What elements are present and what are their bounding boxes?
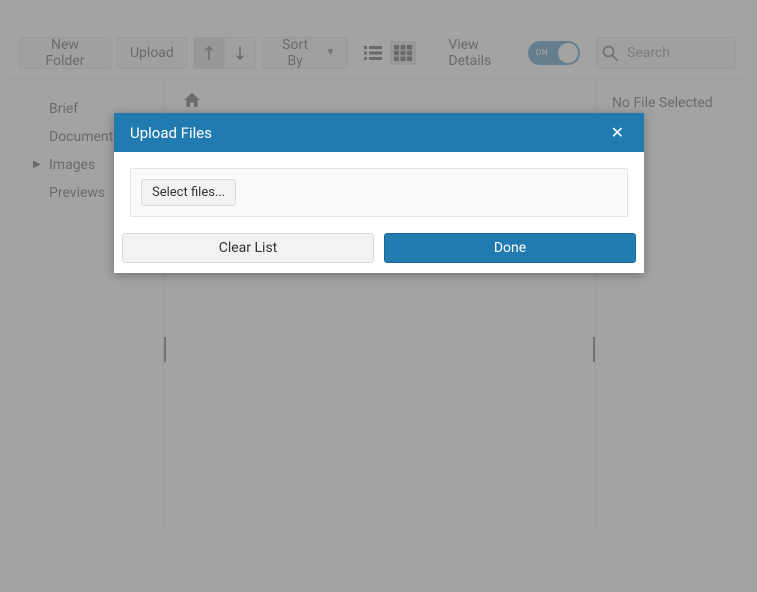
clear-list-button[interactable]: Clear List [122, 233, 374, 263]
modal-body: Select files... [114, 152, 644, 233]
upload-files-modal: Upload Files ✕ Select files... Clear Lis… [114, 113, 644, 273]
modal-overlay[interactable] [0, 0, 757, 592]
file-dropzone[interactable]: Select files... [130, 168, 628, 217]
close-icon: ✕ [611, 123, 624, 142]
modal-title: Upload Files [130, 124, 212, 142]
done-button[interactable]: Done [384, 233, 636, 263]
modal-header: Upload Files ✕ [114, 113, 644, 152]
modal-footer: Clear List Done [114, 233, 644, 273]
select-files-button[interactable]: Select files... [141, 179, 236, 206]
modal-close-button[interactable]: ✕ [607, 123, 628, 142]
